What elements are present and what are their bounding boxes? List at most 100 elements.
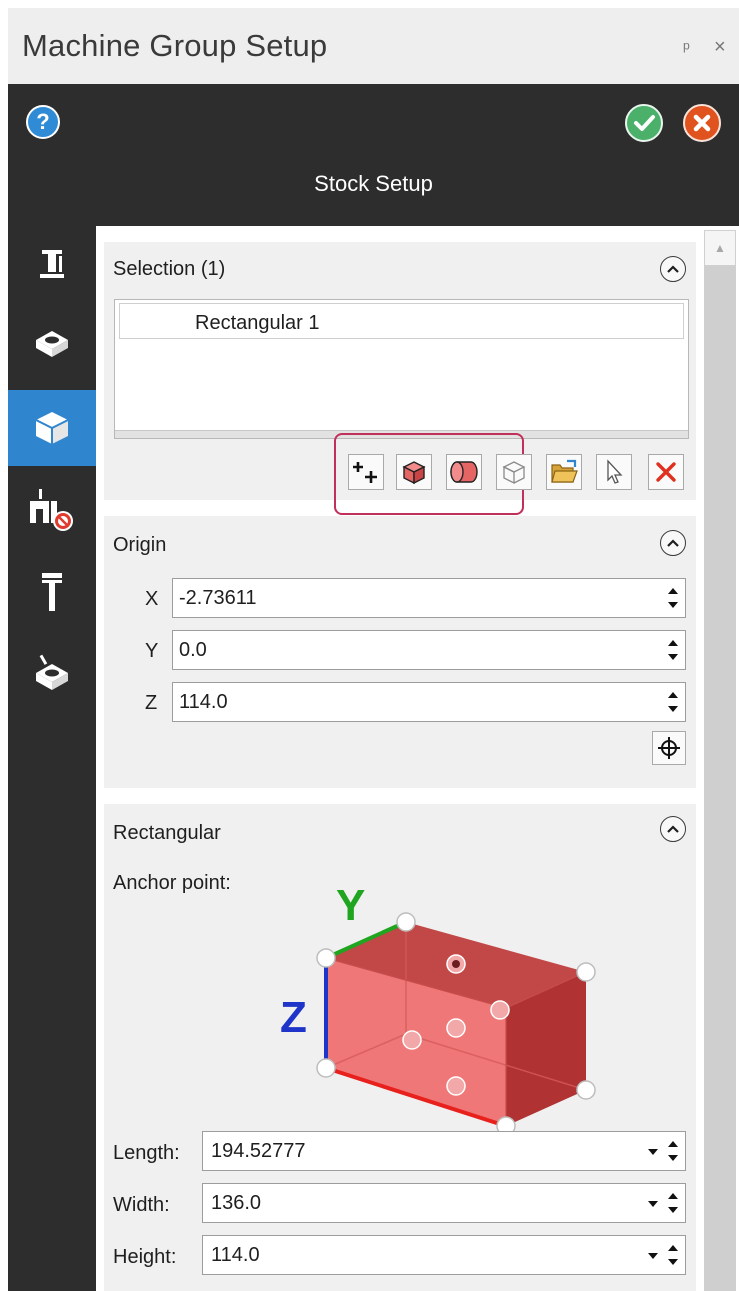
open-file-button[interactable] — [546, 454, 582, 490]
anchor-point[interactable] — [446, 1076, 466, 1096]
machine-group-setup-window: Machine Group Setup ᵖ × ? Stock Setup ▲ … — [0, 0, 739, 1291]
sidebar-item-stock-model[interactable] — [8, 306, 96, 382]
vertical-scrollbar[interactable]: ▲ — [704, 230, 736, 1291]
help-button[interactable]: ? — [26, 105, 60, 139]
spinner-icon[interactable] — [667, 1138, 679, 1164]
box-stock-button[interactable] — [396, 454, 432, 490]
delete-button[interactable] — [648, 454, 684, 490]
height-label: Height: — [113, 1246, 177, 1268]
checkmark-icon — [634, 115, 655, 131]
spinner-icon[interactable] — [667, 585, 679, 611]
spinner-icon[interactable] — [667, 1242, 679, 1268]
anchor-point[interactable] — [446, 1018, 466, 1038]
solid-stock-icon — [502, 461, 526, 485]
sidebar — [8, 226, 96, 1291]
settings-model-icon — [36, 654, 68, 690]
selection-list[interactable]: Rectangular 1 — [114, 299, 689, 439]
y-axis-label: Y — [336, 881, 365, 930]
close-icon[interactable]: × — [714, 36, 726, 59]
scroll-up-button[interactable]: ▲ — [704, 230, 736, 266]
selection-collapse-button[interactable] — [660, 256, 686, 282]
length-field[interactable] — [202, 1131, 686, 1171]
height-field[interactable] — [202, 1235, 686, 1275]
cylinder-stock-button[interactable] — [446, 454, 482, 490]
selection-title: Selection (1) — [113, 258, 226, 280]
stock-box-diagram: Y Z X — [280, 881, 596, 1172]
origin-z-label: Z — [145, 692, 158, 714]
width-field[interactable] — [202, 1183, 686, 1223]
rectangular-collapse-button[interactable] — [660, 816, 686, 842]
length-label: Length: — [113, 1142, 180, 1164]
origin-x-field[interactable] — [172, 578, 686, 618]
chevron-up-icon — [667, 825, 679, 833]
anchor-point[interactable] — [576, 1080, 596, 1100]
solid-stock-button[interactable] — [496, 454, 532, 490]
add-icon — [353, 462, 377, 483]
cancel-x-icon — [693, 114, 711, 132]
delete-icon — [656, 462, 676, 482]
box-stock-icon — [402, 461, 426, 485]
chevron-up-icon — [667, 265, 679, 273]
selection-panel: Selection (1) Rectangular 1 — [104, 242, 696, 515]
dropdown-icon[interactable] — [647, 1142, 659, 1160]
anchor-point-diagram[interactable]: Y Z X — [254, 864, 614, 1172]
panel-header: ? Stock Setup — [8, 84, 739, 226]
height-input[interactable] — [203, 1236, 623, 1274]
origin-collapse-button[interactable] — [660, 530, 686, 556]
anchor-point[interactable] — [490, 1000, 510, 1020]
cancel-button[interactable] — [683, 104, 721, 142]
rectangular-title: Rectangular — [113, 822, 221, 844]
sidebar-item-settings-model[interactable] — [8, 636, 96, 712]
length-input[interactable] — [203, 1132, 623, 1170]
origin-z-input[interactable] — [173, 683, 643, 721]
sidebar-item-stock-setup[interactable] — [8, 390, 96, 466]
ok-button[interactable] — [625, 104, 663, 142]
origin-x-input[interactable] — [173, 579, 643, 617]
list-item-label: Rectangular 1 — [195, 312, 320, 334]
add-button[interactable] — [348, 454, 384, 490]
dropdown-icon[interactable] — [647, 1194, 659, 1212]
select-pointer-icon — [607, 459, 623, 484]
dropdown-icon[interactable] — [647, 1246, 659, 1264]
page-title: Stock Setup — [314, 171, 433, 196]
toolpath-icon — [40, 250, 64, 278]
open-file-icon — [551, 459, 578, 483]
sidebar-item-toolpath[interactable] — [8, 226, 96, 302]
sidebar-item-restricted[interactable] — [8, 472, 96, 548]
stock-setup-icon — [35, 412, 69, 444]
crosshair-icon — [658, 737, 680, 759]
chevron-up-icon — [667, 539, 679, 547]
origin-x-label: X — [145, 588, 159, 610]
width-input[interactable] — [203, 1184, 623, 1222]
anchor-point-label: Anchor point: — [113, 872, 231, 894]
anchor-point[interactable] — [402, 1030, 422, 1050]
anchor-point[interactable] — [316, 1058, 336, 1078]
tool-icon — [42, 573, 62, 611]
anchor-point[interactable] — [576, 962, 596, 982]
content-area: Selection (1) Rectangular 1 Origin X -2.… — [96, 226, 704, 1291]
origin-title: Origin — [113, 534, 167, 556]
pick-origin-button[interactable] — [652, 731, 686, 765]
spinner-icon[interactable] — [667, 637, 679, 663]
origin-z-field[interactable] — [172, 682, 686, 722]
origin-y-field[interactable] — [172, 630, 686, 670]
z-axis-label: Z — [280, 993, 307, 1042]
anchor-point[interactable] — [396, 912, 416, 932]
select-pointer-button[interactable] — [596, 454, 632, 490]
window-title: Machine Group Setup — [22, 28, 328, 63]
restricted-icon — [30, 489, 73, 531]
list-item[interactable]: Rectangular 1 — [119, 303, 684, 339]
sidebar-item-tool[interactable] — [8, 554, 96, 630]
title-bar: Machine Group Setup ᵖ × — [8, 8, 739, 84]
spinner-icon[interactable] — [667, 1190, 679, 1216]
cylinder-stock-icon — [450, 461, 478, 483]
stock-model-icon — [36, 331, 68, 357]
origin-y-input[interactable] — [173, 631, 643, 669]
rectangular-panel: Rectangular Anchor point: Y Z Length: 19… — [104, 804, 696, 1291]
origin-panel: Origin X Y Z — [104, 516, 696, 788]
spinner-icon[interactable] — [667, 689, 679, 715]
anchor-point[interactable] — [316, 948, 336, 968]
pin-icon[interactable]: ᵖ — [683, 38, 690, 59]
width-label: Width: — [113, 1194, 170, 1216]
origin-y-label: Y — [145, 640, 159, 662]
